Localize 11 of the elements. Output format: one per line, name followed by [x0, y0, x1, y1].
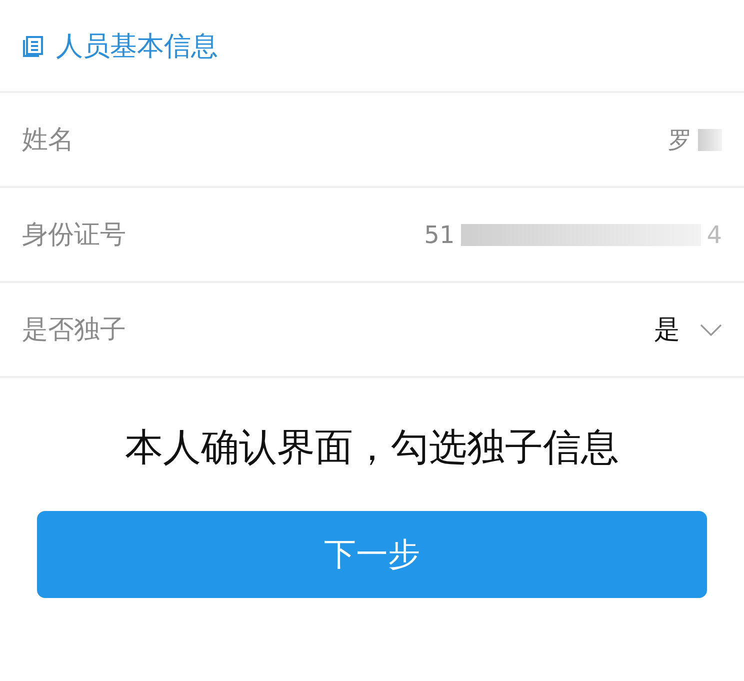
- field-label: 姓名: [22, 124, 74, 157]
- field-value: 4: [706, 220, 722, 248]
- document-icon: [22, 34, 44, 56]
- caption-text: 本人确认界面，勾选独子信息: [124, 424, 620, 471]
- section-title: 人员基本信息: [56, 30, 218, 64]
- field-label: 是否独子: [22, 314, 126, 347]
- field-label: 身份证号: [22, 219, 126, 252]
- select-value[interactable]: 是: [654, 312, 680, 347]
- chevron-down-icon[interactable]: [700, 324, 722, 336]
- field-value: 罗: [668, 124, 692, 156]
- field-value: 51: [424, 220, 455, 248]
